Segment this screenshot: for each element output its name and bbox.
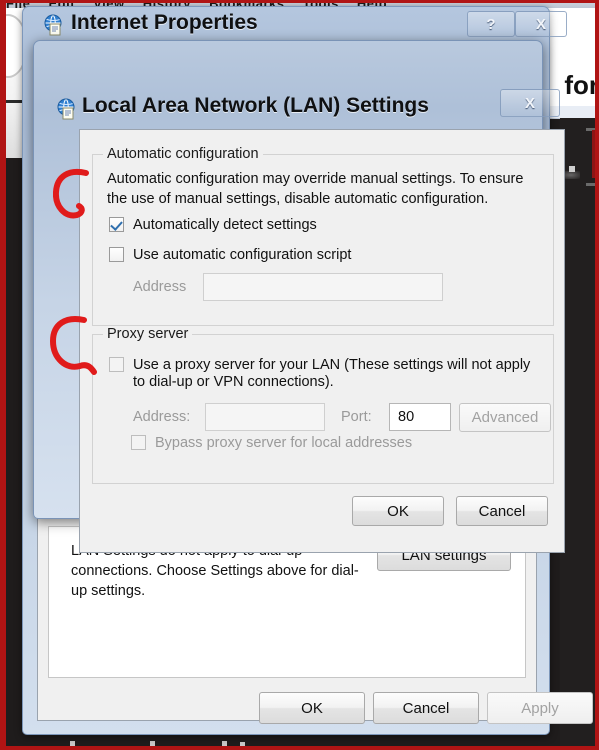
lan-settings-body: Automatic configuration Automatic config… [79,129,565,553]
lan-close-button[interactable]: X [500,89,560,117]
help-button[interactable]: ? [467,11,515,37]
automatic-configuration-description: Automatic configuration may override man… [107,171,524,207]
use-configuration-script-checkbox-row[interactable]: Use automatic configuration script [109,247,351,264]
auto-detect-settings-checkbox[interactable] [109,217,124,232]
use-configuration-script-checkbox[interactable] [109,247,124,262]
background-text-fragment: for [564,70,599,100]
lan-settings-title: Local Area Network (LAN) Settings [82,94,429,117]
internet-properties-titlebar[interactable]: Internet Properties ? X [23,7,567,43]
internet-properties-title: Internet Properties [71,11,258,34]
background-dark-area [560,118,599,750]
apply-button: Apply [487,692,593,724]
ok-button[interactable]: OK [259,692,365,724]
page-frame-top [0,0,599,3]
auto-address-label: Address [133,279,187,295]
lan-cancel-button[interactable]: Cancel [456,496,548,526]
page-frame-right [595,0,599,750]
bypass-proxy-checkbox[interactable] [131,435,146,450]
lan-ok-button[interactable]: OK [352,496,444,526]
use-proxy-server-checkbox-row[interactable]: Use a proxy server for your LAN (These s… [109,357,541,391]
automatic-configuration-legend: Automatic configuration [103,146,263,162]
internet-properties-footer: OK Cancel Apply [37,692,593,726]
advanced-button: Advanced [459,403,551,432]
auto-address-input[interactable] [203,273,443,301]
proxy-server-legend: Proxy server [103,326,193,342]
page-frame-bottom [0,746,599,750]
page-frame-left [0,0,6,750]
bypass-proxy-label: Bypass proxy server for local addresses [155,435,413,451]
lan-settings-icon [57,98,75,120]
automatic-configuration-group: Automatic configuration Automatic config… [92,146,554,326]
background-dot [569,166,575,172]
use-proxy-server-checkbox[interactable] [109,357,124,372]
cancel-button[interactable]: Cancel [373,692,479,724]
proxy-address-label: Address: [133,409,191,425]
bypass-proxy-checkbox-row[interactable]: Bypass proxy server for local addresses [131,435,412,452]
use-proxy-server-label: Use a proxy server for your LAN (These s… [133,357,531,390]
internet-properties-icon [44,14,62,36]
close-button[interactable]: X [515,11,567,37]
proxy-address-input[interactable] [205,403,325,431]
proxy-server-group: Proxy server Use a proxy server for your… [92,326,554,484]
proxy-port-input[interactable]: 80 [389,403,451,431]
lan-settings-dialog[interactable]: Local Area Network (LAN) Settings X Auto… [33,40,565,553]
auto-detect-settings-label: Automatically detect settings [133,217,317,233]
proxy-port-label: Port: [341,409,372,425]
use-configuration-script-label: Use automatic configuration script [133,247,352,263]
auto-detect-settings-checkbox-row[interactable]: Automatically detect settings [109,217,317,234]
